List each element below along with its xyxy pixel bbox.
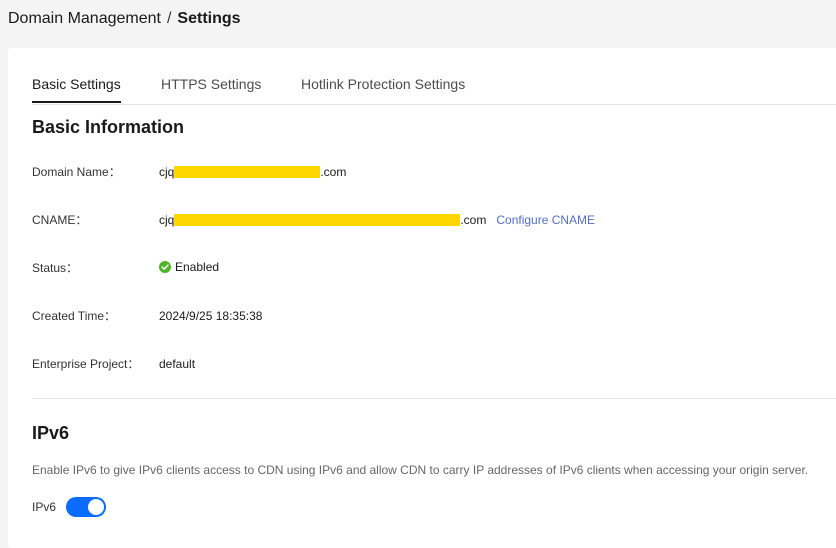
domain-name-suffix: .com bbox=[320, 165, 347, 179]
status-label: Status： bbox=[32, 261, 79, 275]
ipv6-title: IPv6 bbox=[32, 423, 70, 443]
domain-name-prefix: cjq bbox=[159, 165, 175, 179]
tab-basic-settings[interactable]: Basic Settings bbox=[32, 76, 121, 92]
tab-bar: Basic Settings HTTPS Settings Hotlink Pr… bbox=[32, 48, 836, 105]
ipv6-toggle[interactable] bbox=[66, 497, 106, 517]
check-circle-icon bbox=[159, 261, 171, 273]
cname-suffix: .com bbox=[460, 213, 487, 227]
tab-hotlink-protection-settings[interactable]: Hotlink Protection Settings bbox=[301, 76, 465, 92]
ipv6-toggle-label: IPv6 bbox=[32, 500, 57, 514]
created-time-value: 2024/9/25 18:35:38 bbox=[159, 309, 263, 323]
basic-information-title: Basic Information bbox=[32, 117, 185, 137]
active-tab-indicator bbox=[32, 101, 121, 103]
cname-prefix: cjq bbox=[159, 213, 175, 227]
status-value: Enabled bbox=[159, 260, 219, 274]
breadcrumb-separator: / bbox=[166, 10, 172, 27]
configure-cname-link[interactable]: Configure CNAME bbox=[496, 213, 595, 227]
section-divider bbox=[32, 398, 836, 399]
created-time-label: Created Time： bbox=[32, 309, 117, 323]
domain-name-label: Domain Name： bbox=[32, 165, 121, 179]
cname-value: cjq .com Configure CNAME bbox=[159, 213, 595, 227]
redaction-mask bbox=[174, 214, 461, 226]
domain-name-value: cjq .com bbox=[159, 165, 346, 179]
breadcrumb-domain-management[interactable]: Domain Management bbox=[8, 10, 161, 27]
breadcrumb: Domain Management / Settings bbox=[8, 9, 241, 29]
settings-card: Basic Settings HTTPS Settings Hotlink Pr… bbox=[8, 48, 836, 548]
cname-label: CNAME： bbox=[32, 213, 88, 227]
enterprise-project-value: default bbox=[159, 357, 196, 371]
ipv6-description: Enable IPv6 to give IPv6 clients access … bbox=[32, 463, 809, 477]
page-title: Settings bbox=[177, 10, 241, 27]
redaction-mask bbox=[174, 166, 321, 178]
enterprise-project-label: Enterprise Project： bbox=[32, 357, 140, 371]
toggle-knob bbox=[88, 499, 104, 515]
status-text: Enabled bbox=[175, 260, 220, 274]
tab-https-settings[interactable]: HTTPS Settings bbox=[161, 76, 261, 92]
